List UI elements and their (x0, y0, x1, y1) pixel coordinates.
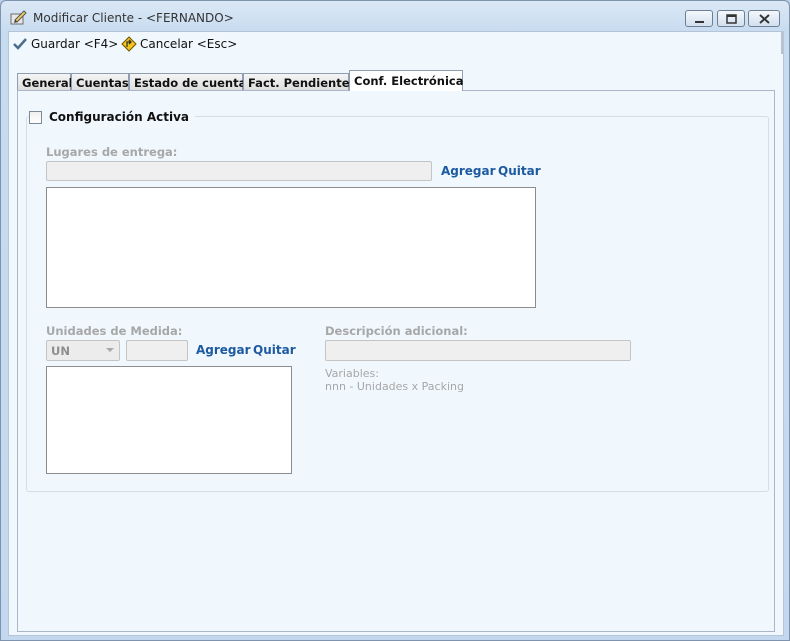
delivery-add-link[interactable]: Agregar (441, 164, 496, 178)
delivery-label: Lugares de entrega: (46, 145, 178, 159)
toolbar-edge (781, 32, 783, 54)
description-label: Descripción adicional: (325, 324, 468, 338)
minimize-icon (695, 21, 704, 23)
variables-line: nnn - Unidades x Packing (325, 380, 464, 393)
minimize-button[interactable] (685, 10, 713, 27)
units-remove-link[interactable]: Quitar (253, 343, 296, 357)
tab-panel-conf-electronica: Configuración Activa Lugares de entrega:… (17, 90, 775, 632)
close-button[interactable] (748, 10, 780, 27)
tab-strip: General Cuentas Estado de cuenta Fact. P… (17, 70, 777, 92)
units-select[interactable]: UN (46, 340, 120, 361)
restore-icon (726, 14, 737, 24)
cancel-sign-icon (121, 36, 137, 52)
chevron-down-icon (106, 348, 114, 352)
description-input[interactable] (325, 340, 631, 361)
delivery-list[interactable] (46, 187, 536, 308)
tab-general[interactable]: General (17, 73, 73, 91)
save-label: Guardar <F4> (31, 37, 119, 51)
cancel-button[interactable]: Cancelar <Esc> (121, 35, 237, 53)
delivery-input[interactable] (46, 161, 432, 181)
cancel-label: Cancelar <Esc> (140, 37, 238, 51)
tab-estado-de-cuenta[interactable]: Estado de cuenta (129, 73, 246, 91)
variables-title: Variables: (325, 367, 379, 380)
units-quantity-input[interactable] (126, 340, 188, 361)
app-window: Modificar Cliente - <FERNANDO> Guardar <… (0, 0, 790, 641)
save-button[interactable]: Guardar <F4> (12, 35, 118, 53)
edit-pen-icon (10, 9, 28, 25)
units-add-link[interactable]: Agregar (196, 343, 251, 357)
tab-fact-pendientes[interactable]: Fact. Pendientes (243, 73, 356, 91)
tab-cuentas[interactable]: Cuentas (71, 73, 129, 91)
title-bar[interactable]: Modificar Cliente - <FERNANDO> (1, 1, 789, 31)
units-list[interactable] (46, 366, 292, 474)
maximize-button[interactable] (717, 10, 745, 27)
close-icon (759, 14, 770, 24)
config-active-label: Configuración Activa (49, 110, 189, 124)
config-active-checkbox[interactable] (29, 110, 42, 124)
units-selected-value: UN (51, 344, 70, 358)
delivery-remove-link[interactable]: Quitar (498, 164, 541, 178)
toolbar: Guardar <F4> Cancelar <Esc> (9, 32, 783, 56)
config-active-toggle[interactable]: Configuración Activa (29, 108, 195, 126)
units-label: Unidades de Medida: (46, 324, 183, 338)
checkmark-icon (12, 36, 28, 52)
client-area: Guardar <F4> Cancelar <Esc> General Cuen… (8, 31, 784, 636)
tab-conf-electronica[interactable]: Conf. Electrónica (349, 70, 463, 91)
window-title: Modificar Cliente - <FERNANDO> (33, 11, 234, 25)
